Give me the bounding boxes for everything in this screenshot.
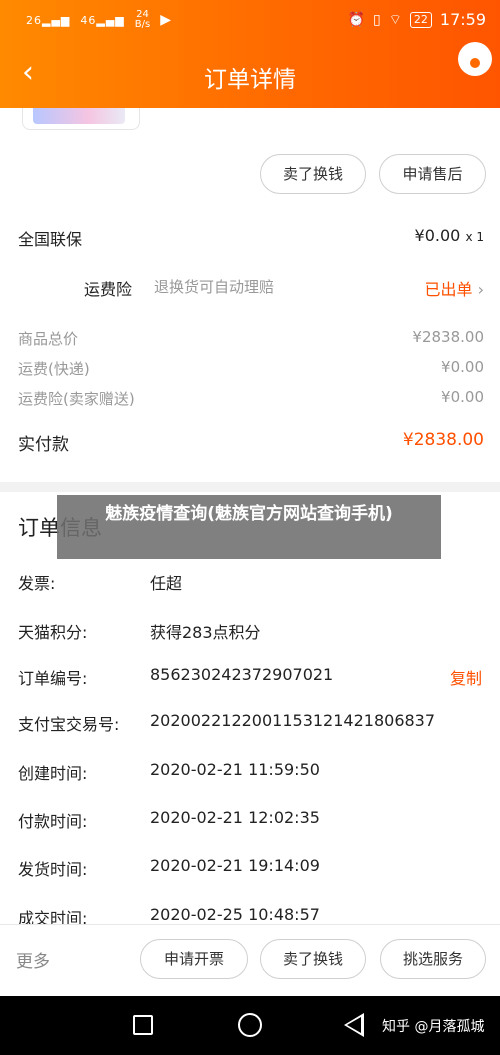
status-bar: 26▂▄▆ 46▂▄▆ 24 B/s ▶ ⏰ ▯ ⌔ 22 17:59	[0, 0, 500, 40]
home-icon[interactable]	[238, 1013, 262, 1037]
insurance-value: ¥0.00 x 1	[414, 226, 484, 245]
header-bar: 26▂▄▆ 46▂▄▆ 24 B/s ▶ ⏰ ▯ ⌔ 22 17:59 ‹ 订单详…	[0, 0, 500, 108]
invoice-button[interactable]: 申请开票	[140, 939, 248, 979]
battery-indicator: 22	[409, 11, 432, 28]
sell-swap-button[interactable]: 卖了换钱	[260, 154, 366, 194]
bottom-action-bar: 更多 申请开票 卖了换钱 挑选服务	[0, 924, 500, 996]
system-nav-bar: 知乎 @月落孤城	[0, 996, 500, 1055]
alarm-icon: ⏰	[347, 11, 365, 28]
message-bubble-icon[interactable]	[458, 42, 492, 76]
more-button[interactable]: 更多	[16, 947, 50, 972]
signal-icon-2: 46▂▄▆	[80, 13, 125, 27]
product-thumbnail[interactable]	[22, 108, 140, 130]
freight-insurance-status: 已出单 ›	[424, 280, 484, 299]
total-value: ¥2838.00	[402, 430, 484, 450]
notification-dot	[470, 58, 480, 68]
chevron-right-icon: ›	[477, 280, 484, 299]
sell-swap-button-bottom[interactable]: 卖了换钱	[260, 939, 366, 979]
nav-bar: ‹ 订单详情	[0, 42, 500, 104]
back-icon[interactable]	[344, 1013, 364, 1037]
after-sale-button[interactable]: 申请售后	[379, 154, 486, 194]
total-label: 实付款	[18, 435, 69, 455]
insurance-label: 全国联保	[18, 230, 83, 249]
source-credit: 知乎 @月落孤城	[382, 1019, 485, 1035]
wifi-icon: ⌔	[388, 11, 402, 28]
freight-insurance-label: 运费险	[84, 280, 133, 299]
copy-order-number-button[interactable]: 复制	[450, 665, 482, 689]
signal-icon: 26▂▄▆	[26, 13, 71, 27]
watermark-banner: 魅族疫情查询(魅族官方网站查询手机)	[57, 495, 441, 559]
clock: 17:59	[439, 10, 486, 29]
network-speed: 24 B/s	[134, 9, 151, 30]
page-title: 订单详情	[204, 67, 296, 93]
freight-insurance-desc: 退换货可自动理赔	[154, 278, 275, 296]
recents-icon[interactable]	[133, 1015, 153, 1035]
vibrate-icon: ▯	[373, 11, 381, 28]
app-notification-icon: ▶	[160, 12, 172, 28]
order-summary-card: 卖了换钱 申请售后 全国联保 ¥0.00 x 1 运费险 退换货可自动理赔 已出…	[0, 108, 500, 482]
choose-service-button[interactable]: 挑选服务	[380, 939, 486, 979]
